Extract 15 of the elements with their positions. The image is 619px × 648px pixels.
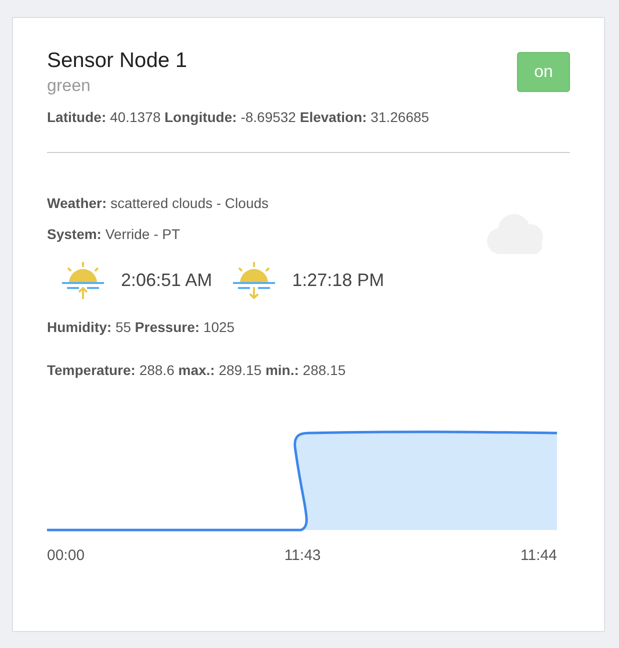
sunrise-icon [61,260,105,301]
axis-label: 00:00 [47,546,85,566]
axis-label: 11:44 [520,546,557,566]
humidity-text: Humidity: 55 Pressure: 1025 [47,318,236,337]
location-text: Latitude: 40.1378 Longitude: -8.69532 Elevation: 31.26685 [47,108,430,127]
weather-text: Weather: scattered clouds - Clouds [47,194,269,213]
sunset-time: 1:27:18 PM [292,269,384,292]
node-title: Sensor Node 1 [47,48,188,74]
sunset-icon [232,260,276,301]
temperature-text: Temperature: 288.6 max.: 289.15 min.: 288.15 [47,360,347,380]
node-subtitle: green [47,75,92,98]
sunrise-time: 2:06:51 AM [121,269,212,292]
system-text: System: Verride - PT [47,224,182,244]
toggle-button[interactable]: on [517,52,570,92]
axis-label: 11:43 [284,546,321,566]
